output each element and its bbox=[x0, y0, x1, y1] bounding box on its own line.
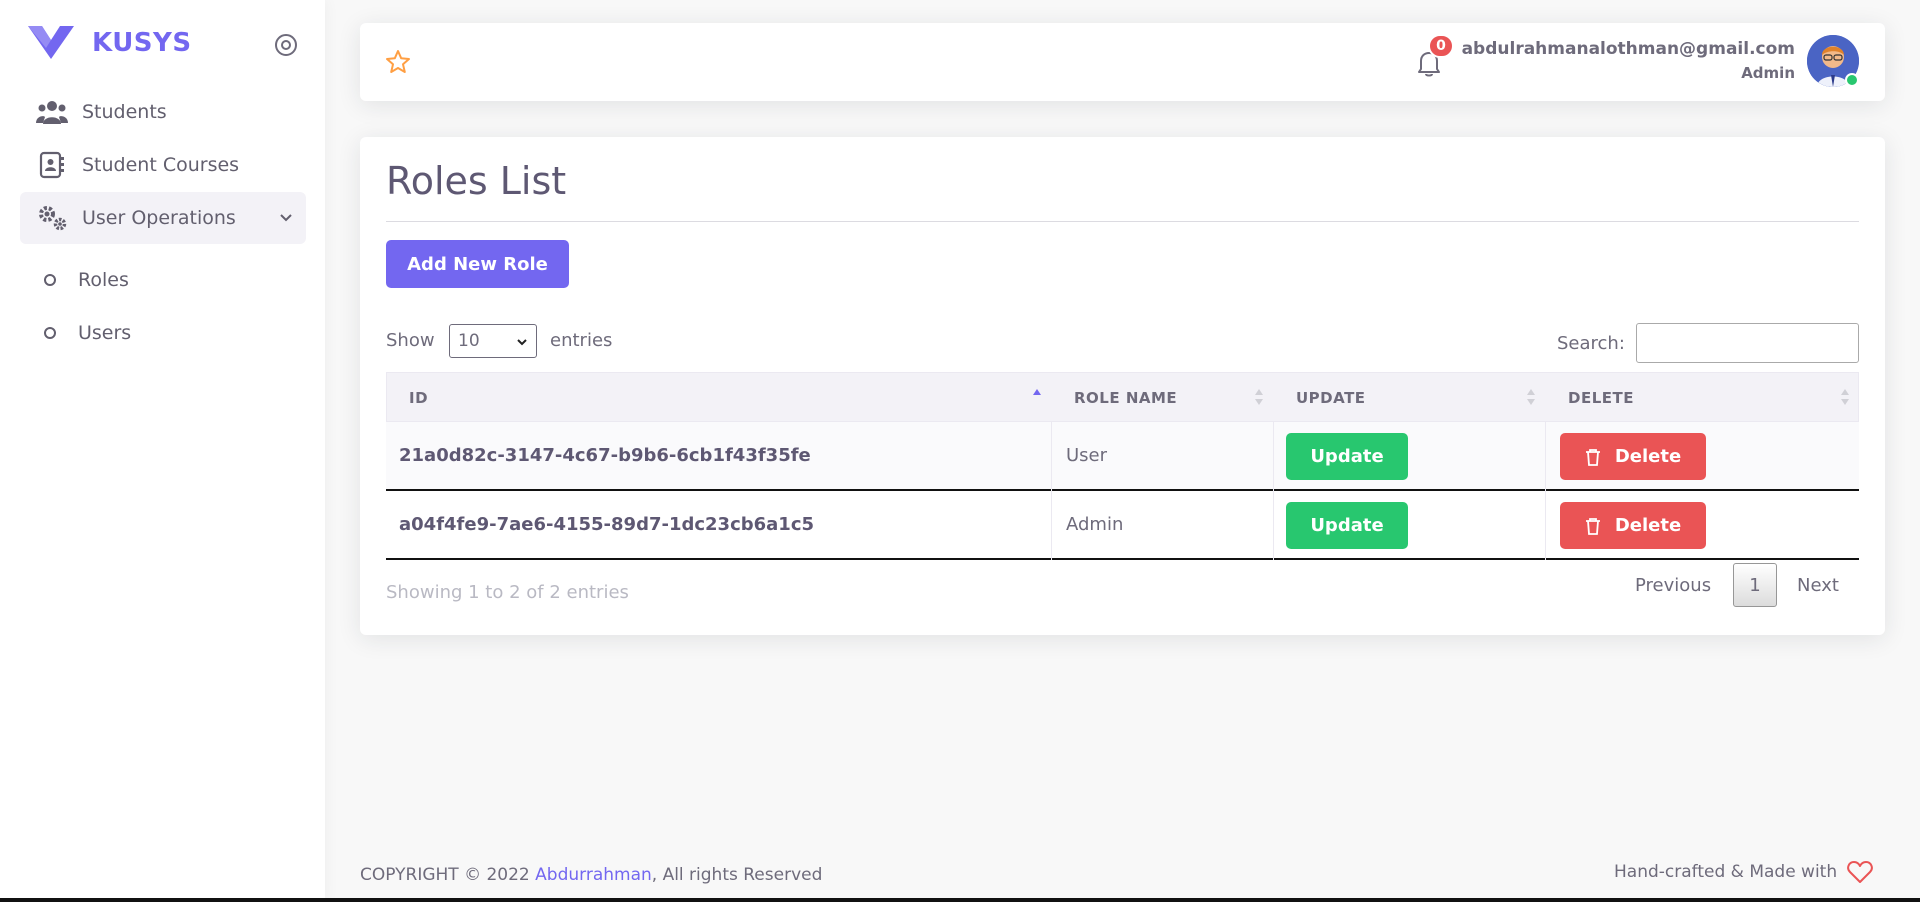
column-header-label: UPDATE bbox=[1296, 389, 1366, 407]
star-icon[interactable] bbox=[385, 49, 411, 75]
sidebar-item-label: User Operations bbox=[82, 207, 236, 229]
delete-button[interactable]: Delete bbox=[1560, 502, 1706, 549]
user-email[interactable]: abdulrahmanalothman@gmail.com bbox=[1462, 39, 1795, 59]
column-header-label: ID bbox=[409, 389, 429, 407]
update-button[interactable]: Update bbox=[1286, 502, 1408, 549]
sort-icon bbox=[1841, 389, 1849, 405]
search-label: Search: bbox=[1557, 333, 1625, 354]
heart-icon bbox=[1847, 861, 1873, 883]
sidebar-item-label: Student Courses bbox=[82, 154, 240, 176]
kusys-logo-icon bbox=[28, 26, 74, 59]
circle-icon bbox=[44, 274, 56, 286]
entries-select-value: 10 bbox=[458, 331, 480, 351]
show-label: Show bbox=[386, 330, 435, 351]
role-name-cell: Admin bbox=[1066, 514, 1124, 535]
circle-icon bbox=[44, 327, 56, 339]
chevron-down-icon bbox=[280, 214, 292, 222]
trash-icon bbox=[1585, 448, 1600, 466]
delete-button-label: Delete bbox=[1614, 446, 1682, 467]
column-header-label: DELETE bbox=[1568, 389, 1634, 407]
table-row: a04f4fe9-7ae6-4155-89d7-1dc23cb6a1c5 Adm… bbox=[386, 491, 1859, 560]
role-name-cell: User bbox=[1066, 445, 1108, 466]
column-header-id[interactable]: ID bbox=[387, 373, 1052, 423]
column-header-update[interactable]: UPDATE bbox=[1274, 373, 1546, 423]
copyright: COPYRIGHT © 2022 Abdurrahman, All rights… bbox=[360, 865, 822, 885]
sidebar-item-students[interactable]: Students bbox=[20, 86, 306, 138]
column-header-delete[interactable]: DELETE bbox=[1546, 373, 1860, 423]
bottom-border bbox=[0, 898, 1920, 902]
sidebar-item-label: Students bbox=[82, 101, 167, 123]
role-id-cell: a04f4fe9-7ae6-4155-89d7-1dc23cb6a1c5 bbox=[399, 514, 815, 535]
sort-icon bbox=[1527, 389, 1535, 405]
table-info: Showing 1 to 2 of 2 entries bbox=[386, 582, 629, 603]
brand-name: KUSYS bbox=[92, 27, 192, 58]
column-divider bbox=[1545, 422, 1546, 560]
copyright-prefix: COPYRIGHT © 2022 bbox=[360, 865, 536, 885]
sidebar: KUSYS Students Student Courses User Oper… bbox=[0, 0, 325, 902]
collapse-toggle-icon[interactable] bbox=[274, 33, 298, 57]
title-divider bbox=[386, 221, 1859, 222]
table-row: 21a0d82c-3147-4c67-b9b6-6cb1f43f35fe Use… bbox=[386, 422, 1859, 491]
page-title: Roles List bbox=[386, 159, 567, 203]
add-new-role-button[interactable]: Add New Role bbox=[386, 240, 569, 288]
made-with: Hand-crafted & Made with bbox=[1614, 860, 1873, 884]
sidebar-item-user-operations[interactable]: User Operations bbox=[20, 192, 306, 244]
sidebar-subitem-label: Roles bbox=[78, 269, 129, 291]
entries-per-page-select[interactable]: 10 bbox=[449, 324, 537, 358]
update-button[interactable]: Update bbox=[1286, 433, 1408, 480]
sidebar-subitem-roles[interactable]: Roles bbox=[20, 256, 306, 304]
sidebar-subitem-users[interactable]: Users bbox=[20, 309, 306, 357]
entries-label: entries bbox=[550, 330, 613, 351]
online-status-dot bbox=[1845, 73, 1859, 87]
role-id-cell: 21a0d82c-3147-4c67-b9b6-6cb1f43f35fe bbox=[399, 445, 811, 466]
column-header-label: ROLE NAME bbox=[1074, 389, 1178, 407]
search-input[interactable] bbox=[1636, 323, 1859, 363]
column-divider bbox=[1051, 422, 1052, 560]
pagination-page-1[interactable]: 1 bbox=[1733, 563, 1777, 607]
copyright-suffix: , All rights Reserved bbox=[651, 865, 823, 885]
users-icon bbox=[36, 98, 68, 126]
pagination-next[interactable]: Next bbox=[1797, 575, 1839, 596]
chevron-down-icon bbox=[517, 339, 527, 346]
sort-icon bbox=[1255, 389, 1263, 405]
author-link[interactable]: Abdurrahman bbox=[535, 865, 652, 885]
column-header-role-name[interactable]: ROLE NAME bbox=[1052, 373, 1274, 423]
gears-icon bbox=[36, 204, 68, 232]
notification-badge: 0 bbox=[1428, 34, 1454, 58]
delete-button-label: Delete bbox=[1614, 515, 1682, 536]
column-divider bbox=[1273, 422, 1274, 560]
roles-card: Roles List Add New Role Show 10 entries … bbox=[360, 137, 1885, 635]
user-role: Admin bbox=[1741, 64, 1795, 82]
top-navbar: 0 abdulrahmanalothman@gmail.com Admin bbox=[360, 23, 1885, 101]
pagination-previous[interactable]: Previous bbox=[1635, 575, 1711, 596]
table-header: ID ROLE NAME UPDATE DELETE bbox=[386, 372, 1859, 422]
delete-button[interactable]: Delete bbox=[1560, 433, 1706, 480]
contact-book-icon bbox=[36, 151, 68, 179]
brand[interactable]: KUSYS bbox=[28, 26, 192, 59]
sort-ascending-icon bbox=[1033, 389, 1041, 395]
made-with-label: Hand-crafted & Made with bbox=[1614, 862, 1838, 882]
sidebar-item-student-courses[interactable]: Student Courses bbox=[20, 139, 306, 191]
trash-icon bbox=[1585, 517, 1600, 535]
sidebar-subitem-label: Users bbox=[78, 322, 132, 344]
